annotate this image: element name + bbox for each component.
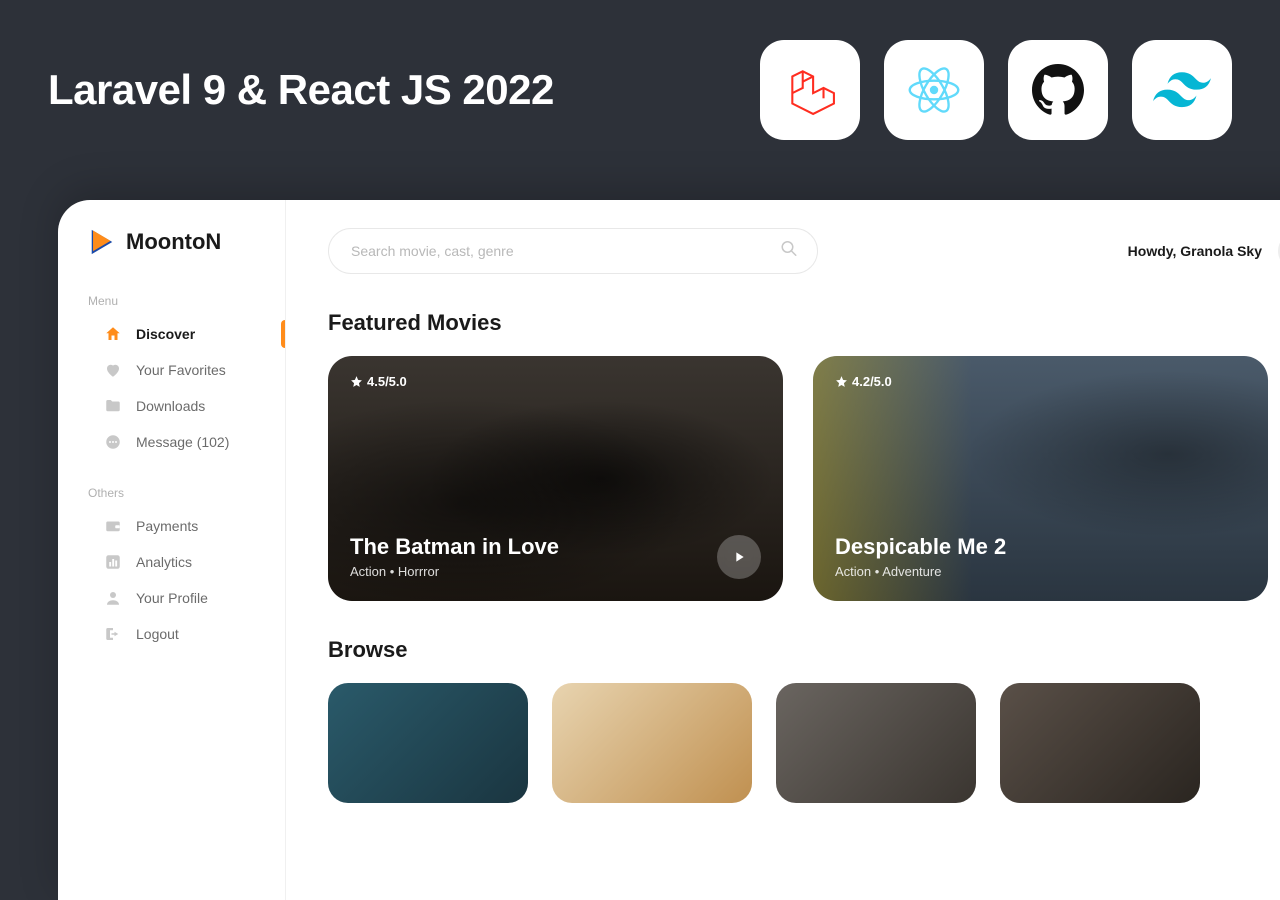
browse-card[interactable] [552,683,752,803]
react-icon [884,40,984,140]
sidebar-item-label: Payments [136,518,198,534]
tech-icon-row [760,40,1232,140]
logout-icon [104,625,122,643]
tailwind-icon [1132,40,1232,140]
browse-card[interactable] [1000,683,1200,803]
sidebar-item-label: Your Profile [136,590,208,606]
home-icon [104,325,122,343]
play-button[interactable] [717,535,761,579]
sidebar-item-profile[interactable]: Your Profile [58,580,285,616]
folder-icon [104,397,122,415]
top-bar: Howdy, Granola Sky [328,228,1280,274]
laravel-icon [760,40,860,140]
sidebar-item-logout[interactable]: Logout [58,616,285,652]
sidebar-item-message[interactable]: Message (102) [58,424,285,460]
star-icon [350,375,363,388]
sidebar-item-label: Analytics [136,554,192,570]
menu-section-label: Menu [58,286,285,316]
github-icon [1008,40,1108,140]
rating-badge: 4.2/5.0 [835,374,892,389]
sidebar-item-discover[interactable]: Discover [58,316,285,352]
user-greeting: Howdy, Granola Sky [1128,243,1262,259]
search-icon[interactable] [780,240,798,263]
browse-heading: Browse [328,637,1280,663]
featured-meta: The Batman in Love Action • Horrror [350,534,559,579]
play-icon [731,549,747,565]
search-input[interactable] [328,228,818,274]
browse-row [328,683,1280,803]
brand-name: MoontoN [126,229,221,255]
sidebar-item-label: Your Favorites [136,362,226,378]
rating-badge: 4.5/5.0 [350,374,407,389]
sidebar-item-label: Discover [136,326,195,342]
sidebar: MoontoN Menu Discover Your Favorites Dow… [58,200,286,900]
menu-section-label: Others [58,478,285,508]
sidebar-item-label: Message (102) [136,434,229,450]
browse-card[interactable] [776,683,976,803]
banner-title: Laravel 9 & React JS 2022 [48,66,554,114]
message-icon [104,433,122,451]
sidebar-item-label: Logout [136,626,179,642]
app-window: MoontoN Menu Discover Your Favorites Dow… [58,200,1280,900]
sidebar-item-analytics[interactable]: Analytics [58,544,285,580]
sidebar-item-favorites[interactable]: Your Favorites [58,352,285,388]
browse-card[interactable] [328,683,528,803]
sidebar-item-payments[interactable]: Payments [58,508,285,544]
promo-banner: Laravel 9 & React JS 2022 [0,0,1280,170]
featured-row: 4.5/5.0 The Batman in Love Action • Horr… [328,356,1280,601]
movie-title: The Batman in Love [350,534,559,560]
play-logo-icon [88,228,116,256]
sidebar-item-label: Downloads [136,398,205,414]
sidebar-item-downloads[interactable]: Downloads [58,388,285,424]
rating-value: 4.5/5.0 [367,374,407,389]
menu-section-others: Others Payments Analytics Your Profile L… [58,478,285,652]
movie-genre: Action • Adventure [835,564,1006,579]
user-area[interactable]: Howdy, Granola Sky [1128,233,1280,269]
menu-section-menu: Menu Discover Your Favorites Downloads M… [58,286,285,460]
movie-title: Despicable Me 2 [835,534,1006,560]
wallet-icon [104,517,122,535]
heart-icon [104,361,122,379]
featured-card[interactable]: 4.2/5.0 Despicable Me 2 Action • Adventu… [813,356,1268,601]
rating-value: 4.2/5.0 [852,374,892,389]
brand-logo[interactable]: MoontoN [58,228,285,286]
search-container [328,228,818,274]
featured-card[interactable]: 4.5/5.0 The Batman in Love Action • Horr… [328,356,783,601]
chart-icon [104,553,122,571]
movie-genre: Action • Horrror [350,564,559,579]
user-icon [104,589,122,607]
featured-heading: Featured Movies [328,310,1280,336]
star-icon [835,375,848,388]
main-content: Howdy, Granola Sky Featured Movies 4.5/5… [286,200,1280,900]
featured-meta: Despicable Me 2 Action • Adventure [835,534,1006,579]
